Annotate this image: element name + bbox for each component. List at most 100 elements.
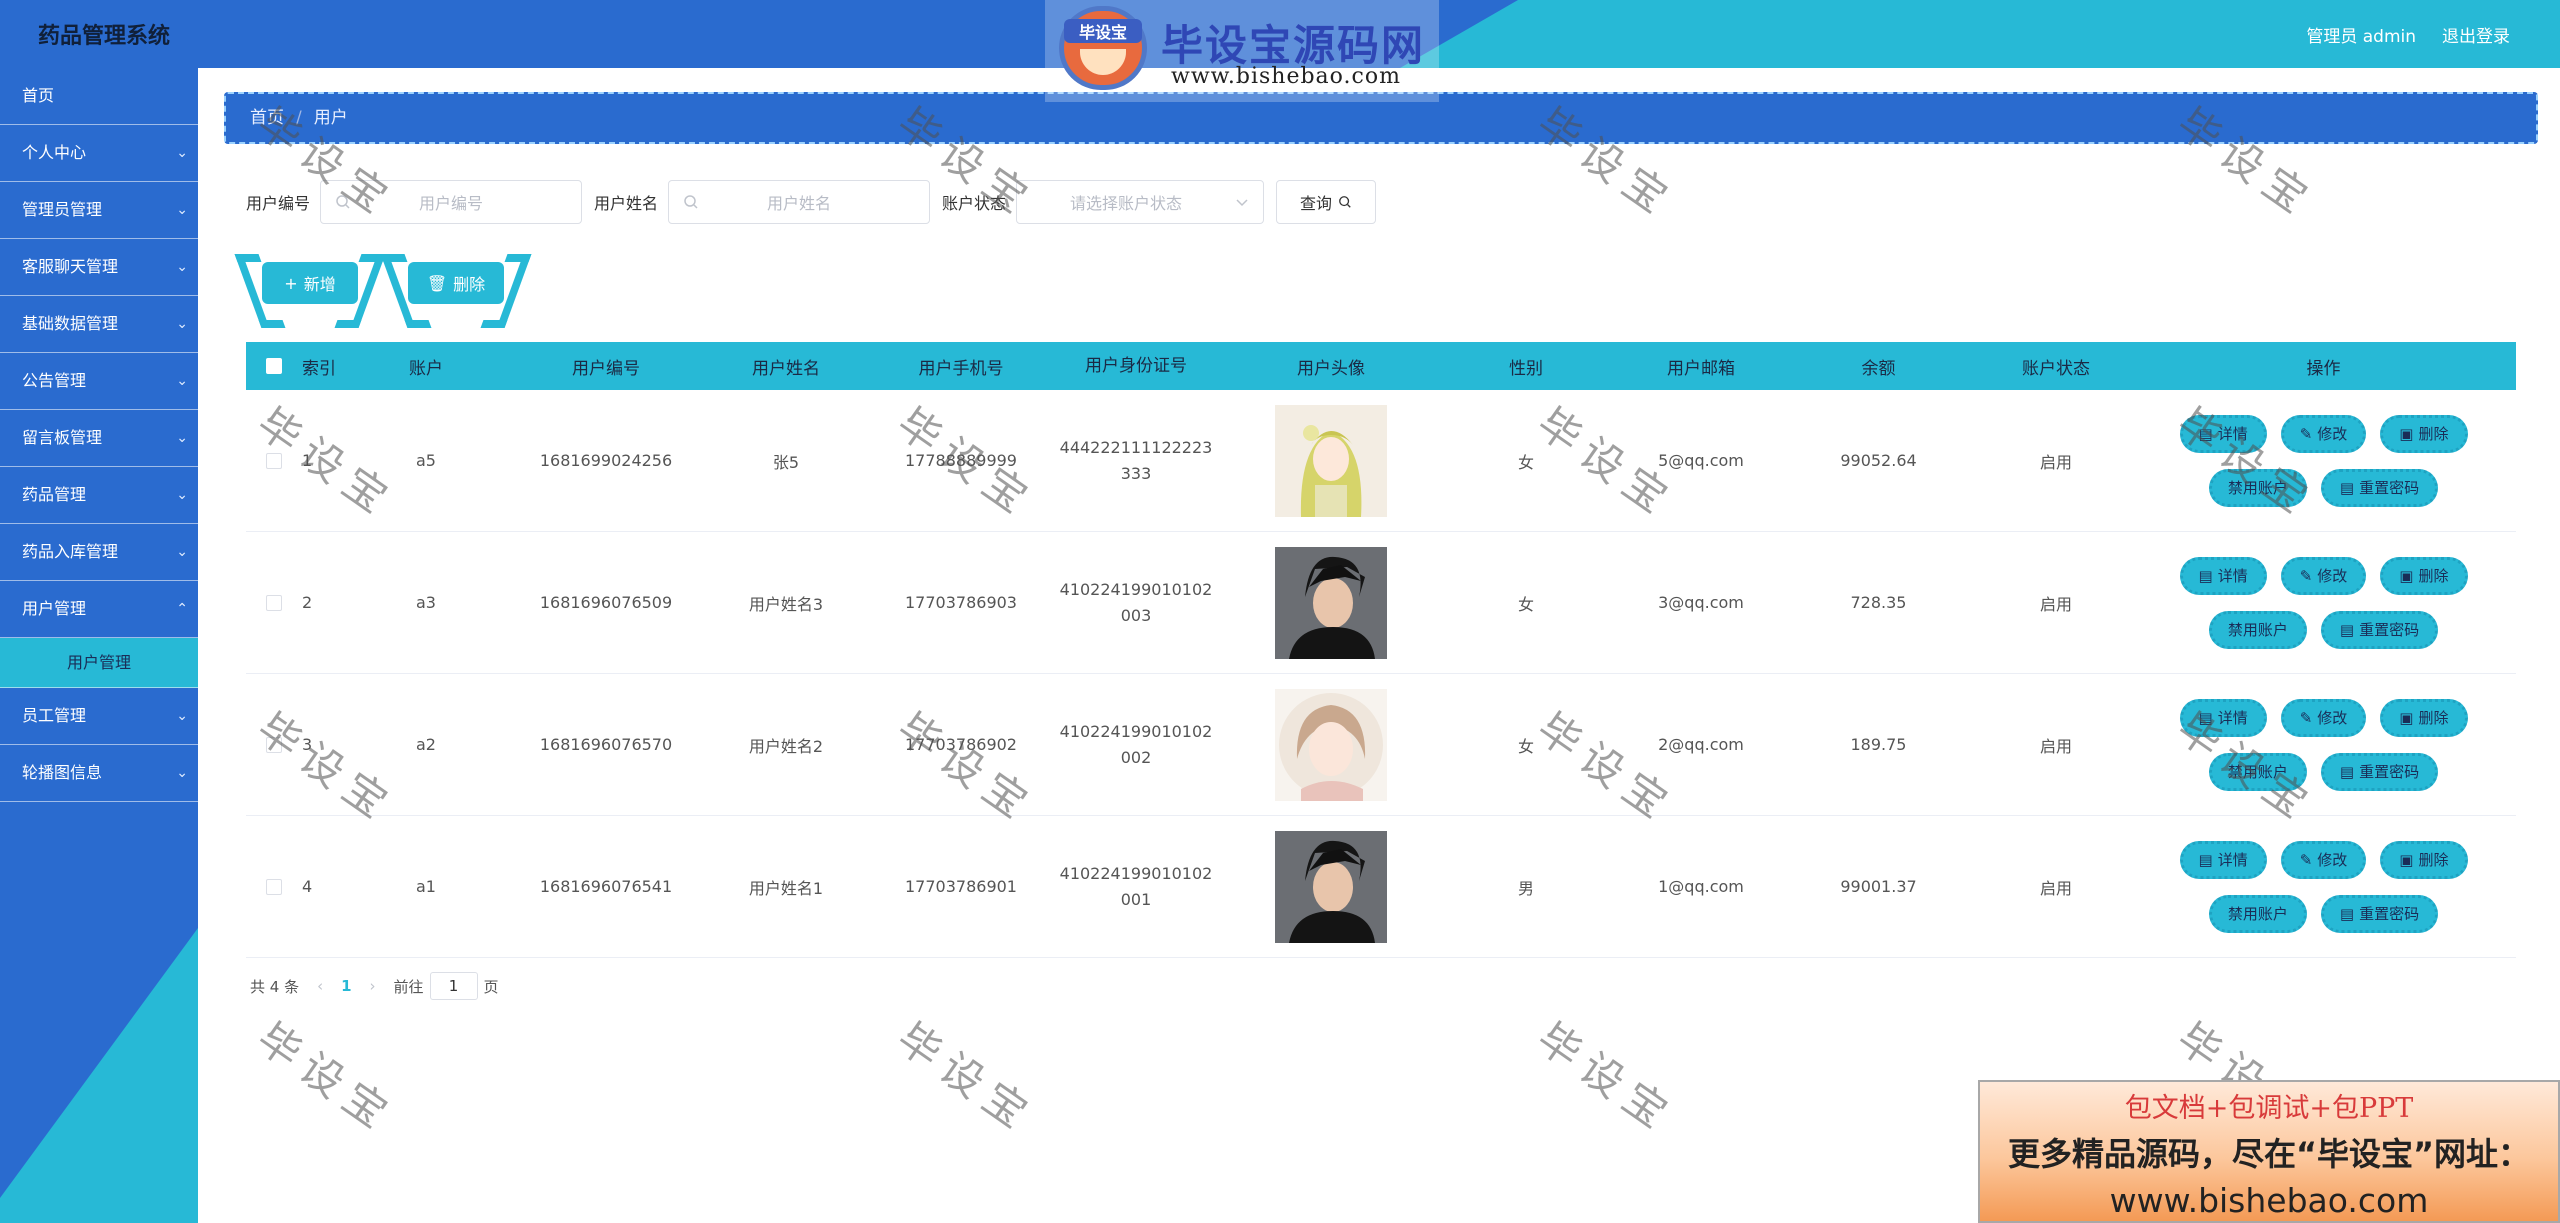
cell-operations: ▤ 详情 ✎ 修改 ▣ 删除 禁用账户 ▤ 重置密码 <box>2151 698 2496 791</box>
logout-link[interactable]: 退出登录 <box>2442 22 2510 47</box>
reset-password-button[interactable]: ▤ 重置密码 <box>2320 610 2439 649</box>
batch-delete-button[interactable]: 🗑 删除 <box>408 262 504 304</box>
pager-jump: 前往 1 页 <box>394 972 499 1000</box>
delete-button[interactable]: ▣ 删除 <box>2380 414 2468 453</box>
avatar[interactable] <box>1275 830 1387 943</box>
reset-password-button[interactable]: ▤ 重置密码 <box>2320 752 2439 791</box>
detail-button[interactable]: ▤ 详情 <box>2179 414 2267 453</box>
cell-email: 5@qq.com <box>1658 451 1744 470</box>
edit-button[interactable]: ✎ 修改 <box>2280 414 2367 453</box>
prev-page-icon[interactable]: ‹ <box>317 977 323 995</box>
pencil-icon: ✎ <box>2299 850 2313 869</box>
delete-button-label: 删除 <box>453 275 486 294</box>
header-phone: 用户手机号 <box>918 358 1004 379</box>
delete-button[interactable]: ▣ 删除 <box>2380 698 2468 737</box>
chevron-down-icon: ⌄ <box>176 259 188 275</box>
status-placeholder: 请选择账户状态 <box>1070 194 1183 213</box>
trash-icon: ▣ <box>2399 566 2414 585</box>
sidebar-item-user-mgmt[interactable]: 用户管理 ⌃ <box>0 581 198 638</box>
sidebar-item-home[interactable]: 首页 <box>0 68 198 125</box>
sidebar-item-chat-mgmt[interactable]: 客服聊天管理 ⌄ <box>0 239 198 296</box>
row-checkbox[interactable] <box>266 878 282 895</box>
sidebar-item-carousel[interactable]: 轮播图信息 ⌄ <box>0 745 198 802</box>
disable-account-button[interactable]: 禁用账户 <box>2208 894 2307 933</box>
delete-button[interactable]: ▣ 删除 <box>2380 556 2468 595</box>
query-button[interactable]: 查询 <box>1276 180 1377 224</box>
avatar[interactable] <box>1275 546 1387 659</box>
next-page-icon[interactable]: › <box>370 977 376 995</box>
detail-button[interactable]: ▤ 详情 <box>2179 698 2267 737</box>
doc-icon: ▤ <box>2198 566 2213 585</box>
doc-icon: ▤ <box>2339 904 2355 923</box>
cell-sex: 男 <box>1517 878 1534 898</box>
sidebar-item-notice[interactable]: 公告管理 ⌄ <box>0 353 198 410</box>
detail-button[interactable]: ▤ 详情 <box>2179 556 2267 595</box>
sidebar-item-staff-mgmt[interactable]: 员工管理 ⌄ <box>0 688 198 745</box>
sidebar-subitem-user-mgmt-active[interactable]: 用户管理 <box>0 638 198 688</box>
chevron-down-icon: ⌄ <box>176 316 188 332</box>
header-email: 用户邮箱 <box>1667 358 1735 379</box>
edit-button[interactable]: ✎ 修改 <box>2280 698 2367 737</box>
cell-phone: 17788889999 <box>905 451 1017 470</box>
row-checkbox[interactable] <box>266 736 282 753</box>
sidebar-item-admin-mgmt[interactable]: 管理员管理 ⌄ <box>0 182 198 239</box>
edit-button[interactable]: ✎ 修改 <box>2280 840 2367 879</box>
cell-user-no: 1681696076570 <box>539 735 673 754</box>
cell-operations: ▤ 详情 ✎ 修改 ▣ 删除 禁用账户 ▤ 重置密码 <box>2151 414 2496 507</box>
pager-goto-label: 前往 <box>393 977 424 996</box>
sidebar-item-personal-center[interactable]: 个人中心 ⌄ <box>0 125 198 182</box>
delete-button[interactable]: ▣ 删除 <box>2380 840 2468 879</box>
pager-goto-input[interactable]: 1 <box>429 972 478 1000</box>
add-button[interactable]: + 新增 <box>262 262 358 304</box>
row-checkbox[interactable] <box>266 594 282 611</box>
chevron-down-icon: ⌄ <box>176 708 188 724</box>
doc-icon: ▤ <box>2198 708 2213 727</box>
avatar[interactable] <box>1275 688 1387 801</box>
disable-account-button[interactable]: 禁用账户 <box>2208 610 2307 649</box>
sidebar-item-basic-data[interactable]: 基础数据管理 ⌄ <box>0 296 198 353</box>
edit-button[interactable]: ✎ 修改 <box>2280 556 2367 595</box>
row-checkbox[interactable] <box>266 452 282 469</box>
cell-phone: 17703786902 <box>905 735 1017 754</box>
cell-user-no: 1681696076541 <box>539 877 673 896</box>
pager-current-page[interactable]: 1 <box>341 977 351 995</box>
header-account: 账户 <box>409 358 443 379</box>
status-label: 账户状态 <box>942 194 1007 213</box>
cell-email: 3@qq.com <box>1658 593 1744 612</box>
cell-email: 2@qq.com <box>1658 735 1744 754</box>
pencil-icon: ✎ <box>2299 708 2313 727</box>
select-all-checkbox[interactable] <box>266 358 282 374</box>
cell-user-no: 1681699024256 <box>539 451 673 470</box>
cell-status: 启用 <box>2039 452 2072 472</box>
reset-password-button[interactable]: ▤ 重置密码 <box>2320 468 2439 507</box>
chevron-down-icon: ⌄ <box>176 430 188 446</box>
doc-icon: ▤ <box>2198 424 2213 443</box>
disable-account-button[interactable]: 禁用账户 <box>2208 468 2307 507</box>
sidebar-item-drug-stock-in[interactable]: 药品入库管理 ⌄ <box>0 524 198 581</box>
sidebar-item-drug-mgmt[interactable]: 药品管理 ⌄ <box>0 467 198 524</box>
disable-account-button[interactable]: 禁用账户 <box>2208 752 2307 791</box>
query-button-label: 查询 <box>1300 194 1333 213</box>
user-no-input[interactable]: 用户编号 <box>320 180 583 224</box>
chevron-up-icon: ⌃ <box>176 601 188 617</box>
breadcrumb-home[interactable]: 首页 <box>250 108 284 128</box>
logo-url: www.bishebao.com <box>1171 64 1401 89</box>
app-title: 药品管理系统 <box>38 24 171 49</box>
promo-line-1: 包文档+包调试+包PPT <box>2124 1093 2414 1124</box>
reset-password-button[interactable]: ▤ 重置密码 <box>2320 894 2439 933</box>
chevron-down-icon <box>1236 199 1248 207</box>
sidebar-item-message-board[interactable]: 留言板管理 ⌄ <box>0 410 198 467</box>
cell-balance: 189.75 <box>1850 735 1907 754</box>
table-row: 1 a5 1681699024256 张5 17788889999 444222… <box>246 390 2516 532</box>
avatar[interactable] <box>1275 404 1387 517</box>
pager-page-suffix: 页 <box>483 977 499 996</box>
trash-icon: ▣ <box>2399 708 2414 727</box>
pagination: 共 4 条 ‹ 1 › 前往 1 页 <box>250 972 499 1000</box>
table-row: 4 a1 1681696076541 用户姓名1 17703786901 410… <box>246 816 2516 958</box>
user-name-input[interactable]: 用户姓名 <box>668 180 931 224</box>
header-user-name: 用户姓名 <box>752 358 820 379</box>
user-name-label: 用户姓名 <box>594 194 659 213</box>
admin-user-label[interactable]: 管理员 admin <box>2306 22 2416 47</box>
detail-button[interactable]: ▤ 详情 <box>2179 840 2267 879</box>
status-select[interactable]: 请选择账户状态 <box>1016 180 1265 224</box>
